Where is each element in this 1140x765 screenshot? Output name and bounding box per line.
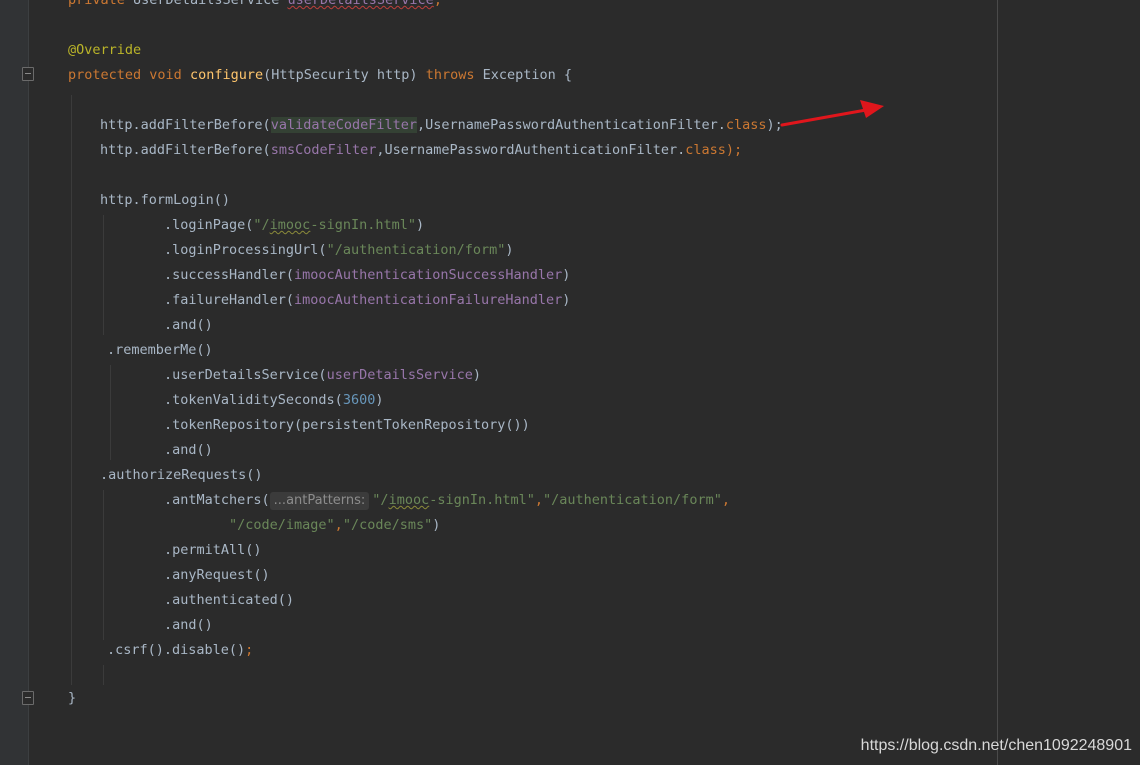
code-text: ) xyxy=(505,242,514,258)
semicolon: ; xyxy=(433,0,442,8)
code-text: ) xyxy=(432,517,441,533)
field-name: userDetailsService xyxy=(326,367,473,383)
code-text: .userDetailsService( xyxy=(164,367,327,383)
code-text: .csrf().disable() xyxy=(107,642,246,658)
type-name: UserDetailsService xyxy=(133,0,280,8)
indent-guide xyxy=(103,215,104,335)
keyword: throws xyxy=(425,67,475,83)
code-text: ) xyxy=(375,392,384,408)
code-line-permit-all[interactable]: .permitAll() xyxy=(164,540,262,560)
code-line-login-processing-url[interactable]: .loginProcessingUrl("/authentication/for… xyxy=(164,240,514,260)
watermark-url: https://blog.csdn.net/chen1092248901 xyxy=(860,737,1132,754)
code-text: .antMatchers( xyxy=(164,492,270,508)
keyword: void xyxy=(149,67,182,83)
field-name: smsCodeFilter xyxy=(270,142,377,158)
comma: , xyxy=(534,492,544,508)
code-text: .successHandler( xyxy=(164,267,295,283)
red-arrow-annotation xyxy=(780,100,884,127)
string-literal: "/code/image" xyxy=(229,517,335,533)
code-text: http.addFilterBefore( xyxy=(100,142,271,158)
keyword: protected xyxy=(68,67,142,83)
code-line-remember-me[interactable]: .rememberMe() xyxy=(107,340,213,360)
code-line-ant-matchers[interactable]: .antMatchers(...antPatterns: "/imooc-sign… xyxy=(164,490,730,510)
right-margin-guide xyxy=(997,0,998,765)
number-literal: 3600 xyxy=(342,392,376,408)
code-text: .loginPage( xyxy=(164,217,254,233)
field-name: validateCodeFilter xyxy=(270,117,417,133)
code-line-login-page[interactable]: .loginPage("/imooc-signIn.html") xyxy=(164,215,424,235)
code-text: ) xyxy=(415,217,425,233)
code-text: ); xyxy=(725,142,743,158)
editor-gutter xyxy=(0,0,29,765)
indent-guide xyxy=(71,95,72,685)
code-line-csrf-disable[interactable]: .csrf().disable(); xyxy=(107,640,253,660)
code-text: ) xyxy=(562,267,571,283)
parameters: (HttpSecurity http) xyxy=(263,67,418,83)
code-line-add-filter-sms[interactable]: http.addFilterBefore(smsCodeFilter,Usern… xyxy=(100,140,742,160)
code-line-and[interactable]: .and() xyxy=(164,315,213,335)
string-literal: imooc xyxy=(388,492,430,508)
fold-collapse-icon[interactable] xyxy=(22,67,34,81)
method-name: configure xyxy=(189,67,264,83)
code-line-field-decl[interactable]: private UserDetailsService userDetailsSe… xyxy=(68,0,442,10)
code-editor[interactable]: private UserDetailsService userDetailsSe… xyxy=(0,0,1140,765)
code-line-success-handler[interactable]: .successHandler(imoocAuthenticationSucce… xyxy=(164,265,570,285)
string-literal: -signIn.html" xyxy=(310,217,416,233)
code-text: ) xyxy=(562,292,571,308)
string-literal: "/authentication/form" xyxy=(543,492,722,508)
comma: , xyxy=(334,517,343,533)
field-name: imoocAuthenticationFailureHandler xyxy=(294,292,563,308)
keyword: class xyxy=(685,142,726,158)
code-line-form-login[interactable]: http.formLogin() xyxy=(100,190,230,210)
exception-type: Exception { xyxy=(482,67,573,83)
code-line-failure-handler[interactable]: .failureHandler(imoocAuthenticationFailu… xyxy=(164,290,570,310)
code-line-method-signature[interactable]: protected void configure(HttpSecurity ht… xyxy=(68,65,572,85)
code-line-authenticated[interactable]: .authenticated() xyxy=(164,590,294,610)
code-text: http.addFilterBefore( xyxy=(100,117,271,133)
parameter-hint: ...antPatterns: xyxy=(269,492,370,510)
code-text: ) xyxy=(472,367,482,383)
code-line-annotation[interactable]: @Override xyxy=(68,40,141,60)
keyword: private xyxy=(68,0,125,8)
code-text: .loginProcessingUrl( xyxy=(164,242,327,258)
indent-guide xyxy=(103,490,104,640)
code-line-ant-matchers-cont[interactable]: "/code/image","/code/sms") xyxy=(229,515,440,535)
code-text: ,UsernamePasswordAuthenticationFilter. xyxy=(417,117,726,133)
field-name: imoocAuthenticationSuccessHandler xyxy=(294,267,563,283)
keyword: class xyxy=(725,117,767,133)
comma: , xyxy=(721,492,730,508)
code-text: .tokenValiditySeconds( xyxy=(164,392,343,408)
field-name: userDetailsService xyxy=(287,0,434,8)
code-line-token-repository[interactable]: .tokenRepository(persistentTokenReposito… xyxy=(164,415,530,435)
string-literal: "/ xyxy=(253,217,270,233)
indent-guide xyxy=(110,365,111,460)
code-line-authorize-requests[interactable]: .authorizeRequests() xyxy=(100,465,263,485)
string-literal: "/code/sms" xyxy=(342,517,433,533)
code-line-and[interactable]: .and() xyxy=(164,440,213,460)
fold-expand-icon[interactable] xyxy=(22,691,34,705)
code-line-add-filter-validate[interactable]: http.addFilterBefore(validateCodeFilter,… xyxy=(100,115,783,135)
code-line-user-details-service[interactable]: .userDetailsService(userDetailsService) xyxy=(164,365,481,385)
code-text: .failureHandler( xyxy=(164,292,295,308)
semicolon: ; xyxy=(245,642,254,658)
code-line-closing-brace[interactable]: } xyxy=(68,688,76,708)
string-literal: -signIn.html" xyxy=(429,492,535,508)
string-literal: "/authentication/form" xyxy=(326,242,506,258)
string-literal: "/ xyxy=(372,492,389,508)
code-line-any-request[interactable]: .anyRequest() xyxy=(164,565,270,585)
code-text: ,UsernamePasswordAuthenticationFilter. xyxy=(376,142,686,158)
code-line-token-validity[interactable]: .tokenValiditySeconds(3600) xyxy=(164,390,383,410)
code-line-and[interactable]: .and() xyxy=(164,615,213,635)
indent-guide xyxy=(103,665,104,685)
string-literal: imooc xyxy=(269,217,311,233)
